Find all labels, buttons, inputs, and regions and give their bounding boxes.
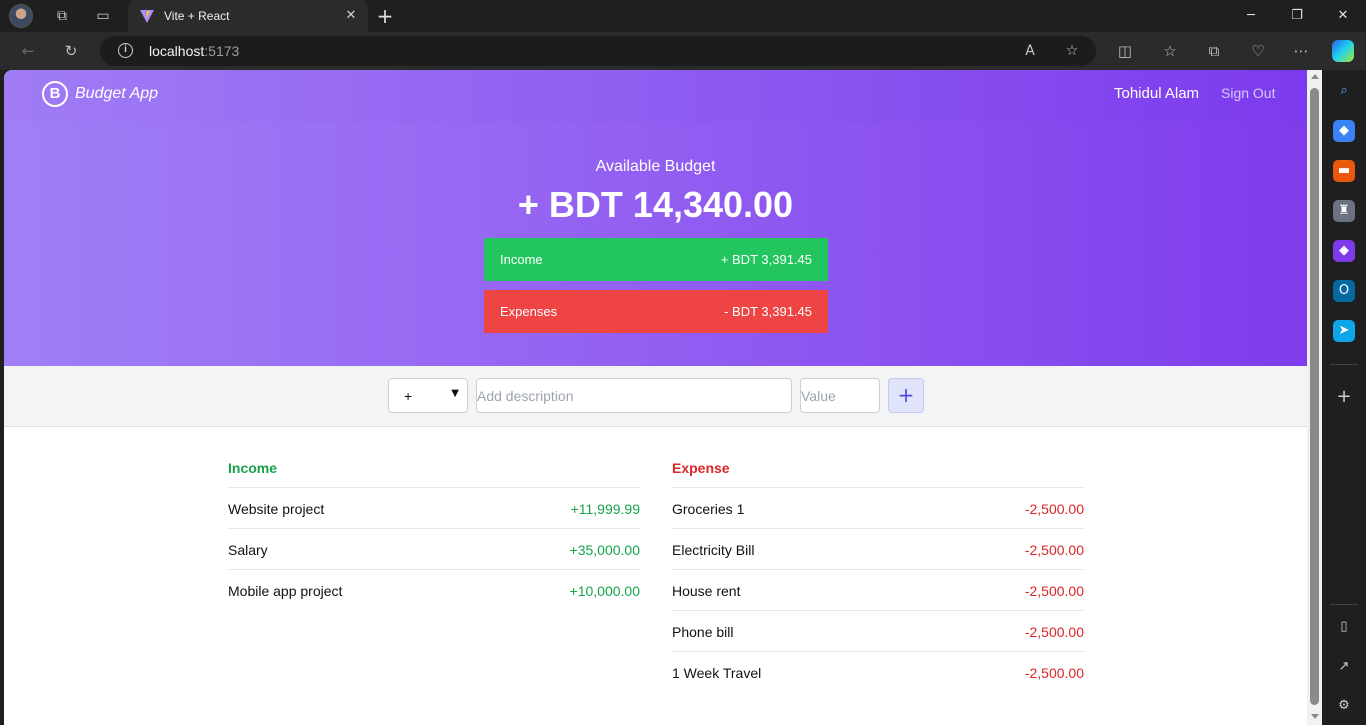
expense-list-title: Expense <box>672 460 1084 488</box>
hide-sidebar-icon[interactable]: ▯ <box>1333 616 1355 638</box>
search-icon[interactable]: ⌕ <box>1333 80 1355 102</box>
close-window-icon[interactable]: ✕ <box>1328 6 1358 26</box>
scroll-up-arrow-icon[interactable] <box>1311 74 1319 79</box>
available-budget-label: Available Budget <box>595 158 716 175</box>
sidebar-divider <box>1330 364 1358 365</box>
expense-description: 1 Week Travel <box>672 665 762 681</box>
tab-actions-icon[interactable]: ▭ <box>94 7 112 25</box>
expenses-summary-value: - BDT 3,391.45 <box>724 304 812 319</box>
income-row[interactable]: Mobile app project +10,000.00 <box>228 570 640 611</box>
available-budget-amount: + BDT 14,340.00 <box>517 184 794 225</box>
more-menu-icon[interactable]: ⋯ <box>1291 41 1311 61</box>
expense-amount: -2,500.00 <box>1024 624 1084 640</box>
outlook-icon[interactable]: O <box>1333 280 1355 302</box>
budget-summary: Available Budget + BDT 14,340.00 Income … <box>4 122 1307 366</box>
income-row[interactable]: Salary +35,000.00 <box>228 529 640 570</box>
expense-row[interactable]: Groceries 1 -2,500.00 <box>672 488 1084 529</box>
performance-icon[interactable]: ♡ <box>1248 41 1268 61</box>
chevron-down-icon: ▼ <box>451 388 459 399</box>
close-tab-icon[interactable]: ✕ <box>342 7 360 25</box>
income-row[interactable]: Website project +11,999.99 <box>228 488 640 529</box>
scroll-down-arrow-icon[interactable] <box>1311 714 1319 719</box>
edge-sidebar: ⌕ ◆ ▬ ♜ ◆ O ➤ + ▯ ↗ ⚙ <box>1322 70 1366 725</box>
expense-row[interactable]: Electricity Bill -2,500.00 <box>672 529 1084 570</box>
split-screen-icon[interactable]: ◫ <box>1115 41 1135 61</box>
income-description: Mobile app project <box>228 583 343 599</box>
type-select[interactable]: + ▼ <box>388 378 468 413</box>
expense-amount: -2,500.00 <box>1024 583 1084 599</box>
income-amount: +11,999.99 <box>570 501 640 517</box>
tab-title: Vite + React <box>164 9 230 23</box>
income-description: Salary <box>228 542 268 558</box>
shopping-tag-icon[interactable]: ◆ <box>1333 120 1355 142</box>
expense-description: Electricity Bill <box>672 542 755 558</box>
collections-icon[interactable]: ⧉ <box>1204 41 1224 61</box>
add-sidebar-icon[interactable]: + <box>1333 386 1355 408</box>
office-icon[interactable]: ◆ <box>1333 240 1355 262</box>
reload-icon[interactable]: ↻ <box>61 41 81 61</box>
read-aloud-icon[interactable]: A <box>1020 41 1040 61</box>
user-name: Tohidul Alam <box>1114 85 1200 102</box>
open-external-icon[interactable]: ↗ <box>1333 656 1355 678</box>
add-item-form: + ▼ Add description Value + <box>4 366 1307 427</box>
browser-tab[interactable]: Vite + React ✕ <box>128 0 368 32</box>
expense-row[interactable]: House rent -2,500.00 <box>672 570 1084 611</box>
expense-row[interactable]: 1 Week Travel -2,500.00 <box>672 652 1084 693</box>
workspaces-icon[interactable]: ⧉ <box>53 7 71 25</box>
back-icon[interactable]: ← <box>18 41 38 61</box>
scroll-thumb[interactable] <box>1310 88 1319 705</box>
settings-gear-icon[interactable]: ⚙ <box>1333 695 1355 717</box>
new-tab-icon[interactable]: + <box>374 5 396 27</box>
expenses-summary-card: Expenses - BDT 3,391.45 <box>484 290 828 333</box>
browser-toolbar: ← ↻ i localhost:5173 A ☆ ◫ ☆ ⧉ ♡ ⋯ <box>0 32 1366 70</box>
sign-out-link[interactable]: Sign Out <box>1221 85 1275 101</box>
expense-description: House rent <box>672 583 741 599</box>
income-amount: +10,000.00 <box>569 583 640 599</box>
expense-list: Expense Groceries 1 -2,500.00 Electricit… <box>672 460 1084 693</box>
add-item-button[interactable]: + <box>888 378 924 413</box>
expense-description: Groceries 1 <box>672 501 745 517</box>
app-header: B Budget App Tohidul Alam Sign Out <box>4 70 1307 122</box>
income-summary-label: Income <box>500 252 543 267</box>
expense-description: Phone bill <box>672 624 734 640</box>
income-summary-card: Income + BDT 3,391.45 <box>484 238 828 281</box>
income-amount: +35,000.00 <box>569 542 640 558</box>
expense-amount: -2,500.00 <box>1024 665 1084 681</box>
profile-avatar[interactable] <box>9 4 33 28</box>
bitcoin-logo-icon: B <box>42 81 68 107</box>
url-port: :5173 <box>204 43 240 59</box>
page-scrollbar[interactable] <box>1307 70 1322 725</box>
send-icon[interactable]: ➤ <box>1333 320 1355 342</box>
address-bar[interactable]: i localhost:5173 A ☆ <box>100 36 1096 66</box>
url-host: localhost <box>149 43 205 59</box>
brand-name[interactable]: Budget App <box>75 85 158 103</box>
restore-icon[interactable]: ❐ <box>1282 6 1312 26</box>
expenses-summary-label: Expenses <box>500 304 558 319</box>
minimize-icon[interactable]: ─ <box>1236 6 1266 26</box>
games-icon[interactable]: ♜ <box>1333 200 1355 222</box>
expense-amount: -2,500.00 <box>1024 542 1084 558</box>
type-select-value: + <box>404 388 413 404</box>
page-viewport: B Budget App Tohidul Alam Sign Out Avail… <box>4 70 1307 725</box>
income-description: Website project <box>228 501 325 517</box>
sidebar-divider <box>1330 604 1358 605</box>
favorite-star-icon[interactable]: ☆ <box>1062 41 1082 61</box>
site-info-icon[interactable]: i <box>118 43 133 58</box>
vite-logo-icon <box>140 10 154 23</box>
url-text: localhost:5173 <box>149 43 239 59</box>
income-list: Income Website project +11,999.99 Salary… <box>228 460 640 611</box>
expense-amount: -2,500.00 <box>1024 501 1084 517</box>
value-input[interactable]: Value <box>800 378 880 413</box>
income-summary-value: + BDT 3,391.45 <box>720 252 812 267</box>
expense-row[interactable]: Phone bill -2,500.00 <box>672 611 1084 652</box>
copilot-icon[interactable] <box>1332 40 1354 62</box>
tools-briefcase-icon[interactable]: ▬ <box>1333 160 1355 182</box>
description-input[interactable]: Add description <box>476 378 792 413</box>
favorites-icon[interactable]: ☆ <box>1160 41 1180 61</box>
browser-title-bar: ⧉ ▭ Vite + React ✕ + ─ ❐ ✕ <box>0 0 1366 32</box>
income-list-title: Income <box>228 460 640 488</box>
